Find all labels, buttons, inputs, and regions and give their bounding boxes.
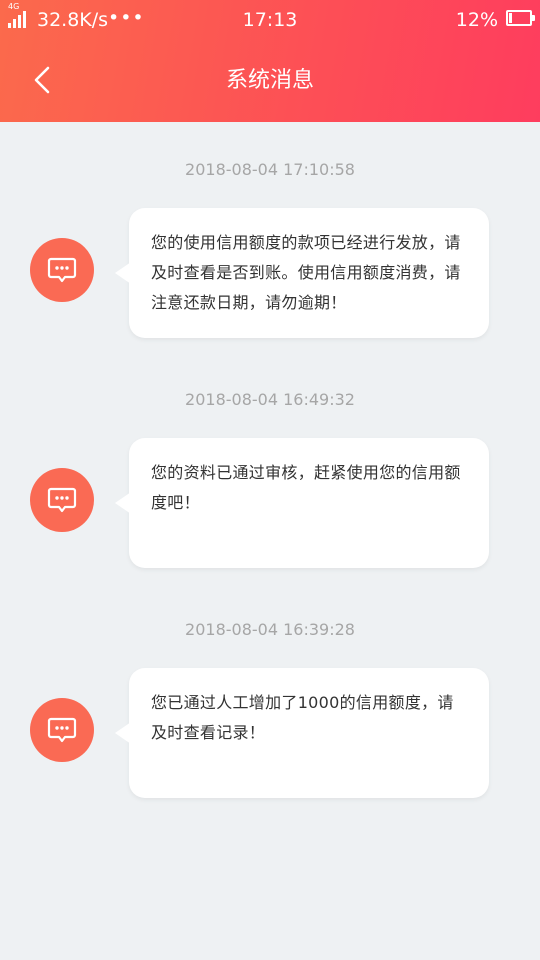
message-text: 您已通过人工增加了1000的信用额度，请及时查看记录！ (151, 693, 454, 742)
message-list: 2018-08-04 17:10:58 您的使用信用额度的款项已经进行发放，请及… (0, 122, 540, 812)
message-icon (47, 487, 77, 513)
battery-percent: 12% (455, 9, 498, 31)
message-bubble[interactable]: 您的资料已通过审核，赶紧使用您的信用额度吧！ (115, 438, 489, 568)
message-bubble[interactable]: 您的使用信用额度的款项已经进行发放，请及时查看是否到账。使用信用额度消费，请注意… (115, 208, 489, 338)
message-text: 您的资料已通过审核，赶紧使用您的信用额度吧！ (151, 463, 461, 512)
message-item: 2018-08-04 16:49:32 您的资料已通过审核，赶紧使用您的信用额度… (0, 352, 540, 582)
message-icon (47, 717, 77, 743)
battery-level (509, 13, 512, 23)
message-time: 2018-08-04 16:49:32 (185, 390, 355, 409)
message-avatar (30, 468, 94, 532)
message-item: 2018-08-04 16:39:28 您已通过人工增加了1000的信用额度，请… (0, 582, 540, 812)
message-item: 2018-08-04 17:10:58 您的使用信用额度的款项已经进行发放，请及… (0, 122, 540, 352)
message-icon (47, 257, 77, 283)
app-header: 4G 32.8K/s ••• 17:13 12% 系统消息 (0, 0, 540, 122)
message-bubble[interactable]: 您已通过人工增加了1000的信用额度，请及时查看记录！ (115, 668, 489, 798)
message-avatar (30, 238, 94, 302)
battery-icon (506, 10, 535, 26)
message-avatar (30, 698, 94, 762)
message-time: 2018-08-04 17:10:58 (185, 160, 355, 179)
status-bar: 4G 32.8K/s ••• 17:13 12% (0, 0, 540, 40)
page-title: 系统消息 (225, 68, 314, 93)
message-text: 您的使用信用额度的款项已经进行发放，请及时查看是否到账。使用信用额度消费，请注意… (151, 233, 461, 312)
message-time: 2018-08-04 16:39:28 (185, 620, 355, 639)
